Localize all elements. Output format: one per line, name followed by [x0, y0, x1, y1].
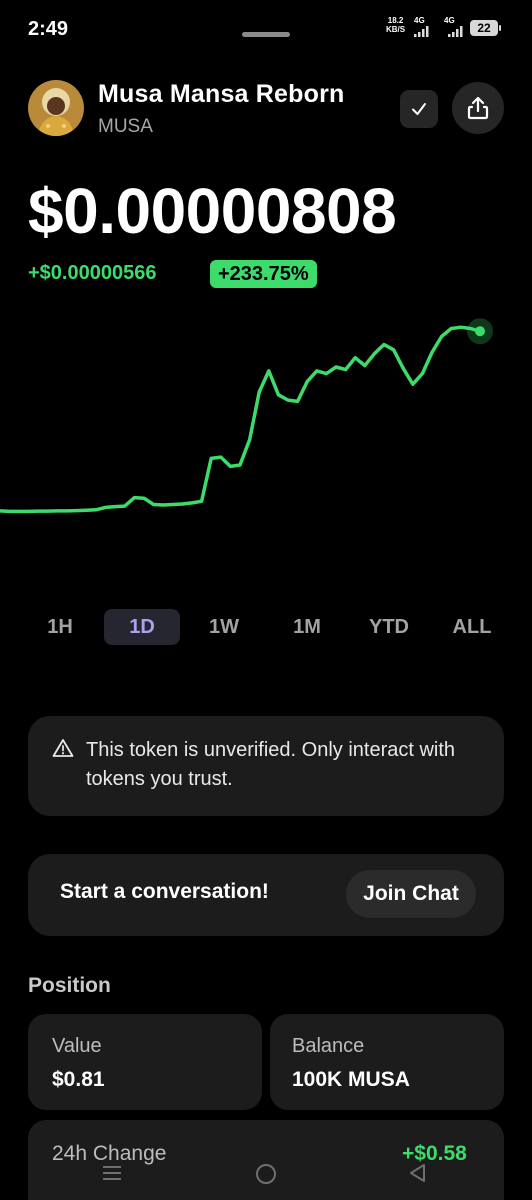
chat-prompt: Start a conversation!: [60, 880, 269, 903]
home-icon[interactable]: [256, 1164, 276, 1184]
network-speed: 18.2 KB/S: [386, 16, 405, 34]
network-speed-unit: KB/S: [386, 25, 406, 34]
token-price: $0.00000808: [28, 175, 397, 247]
tab-ytd[interactable]: YTD: [360, 609, 418, 645]
tab-all[interactable]: ALL: [446, 609, 498, 645]
balance-amount: 100K MUSA: [292, 1068, 410, 1091]
tab-1w[interactable]: 1W: [200, 609, 248, 645]
back-icon[interactable]: [408, 1163, 428, 1183]
price-change-absolute: +$0.00000566: [28, 262, 157, 284]
token-name: Musa Mansa Reborn: [98, 80, 345, 108]
price-chart[interactable]: [0, 300, 532, 580]
network-label-1: 4G: [414, 16, 425, 25]
status-time: 2:49: [28, 18, 69, 40]
price-series-line: [0, 325, 482, 514]
tab-1m[interactable]: 1M: [284, 609, 330, 645]
tab-1d[interactable]: 1D: [104, 609, 180, 645]
signal-icon: [414, 26, 429, 37]
check-icon: [412, 103, 426, 115]
menu-icon[interactable]: [102, 1164, 122, 1182]
share-icon: [467, 96, 489, 120]
value-amount: $0.81: [52, 1068, 105, 1091]
tab-1h[interactable]: 1H: [38, 609, 82, 645]
share-button[interactable]: [452, 82, 504, 134]
balance-tile: [270, 1014, 504, 1110]
change-24h-label: 24h Change: [52, 1142, 167, 1165]
token-avatar: [28, 80, 84, 136]
status-bar: 2:49 18.2 KB/S 4G 4G 22: [0, 0, 532, 56]
price-change-percent-badge: +233.75%: [210, 260, 317, 288]
join-chat-button[interactable]: Join Chat: [346, 870, 476, 918]
current-point: [475, 326, 485, 337]
balance-label: Balance: [292, 1035, 365, 1057]
position-title: Position: [28, 974, 111, 997]
network-speed-value: 18.2: [387, 16, 404, 25]
sheet-grabber[interactable]: [242, 32, 290, 37]
value-tile: [28, 1014, 262, 1110]
battery-indicator: 22: [470, 20, 501, 36]
signal-icon-2: [448, 26, 463, 37]
network-label-2: 4G: [444, 16, 455, 25]
unverified-warning-text: This token is unverified. Only interact …: [86, 739, 456, 790]
value-label: Value: [52, 1035, 102, 1057]
verify-button[interactable]: [400, 90, 438, 128]
token-symbol: MUSA: [98, 116, 153, 137]
warning-icon: [52, 739, 74, 757]
